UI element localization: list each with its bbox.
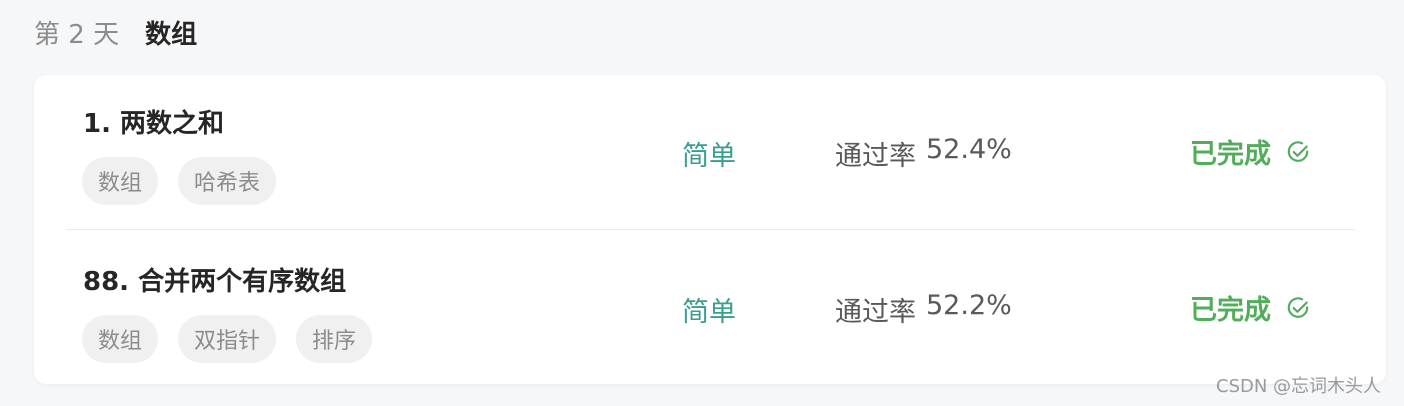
- pass-rate-value: 52.2%: [926, 290, 1012, 321]
- check-circle-icon: [1287, 296, 1309, 318]
- day-label: 第 2 天: [34, 19, 120, 50]
- tag-chip[interactable]: 双指针: [178, 315, 277, 363]
- pass-rate-label: 通过率: [835, 297, 916, 328]
- tag-chip[interactable]: 数组: [82, 157, 159, 205]
- day-header: 第 2 天 数组: [34, 12, 197, 52]
- study-plan-page: 第 2 天 数组 1. 两数之和 数组 哈希表 简单 通过率 52.4% 已完成: [0, 0, 1404, 406]
- problem-row[interactable]: 1. 两数之和 数组 哈希表 简单 通过率 52.4% 已完成: [34, 75, 1386, 230]
- tag-chip[interactable]: 排序: [296, 315, 373, 363]
- watermark: CSDN @忘词木头人: [1216, 376, 1382, 397]
- problem-title[interactable]: 88. 合并两个有序数组: [83, 261, 346, 298]
- problem-title[interactable]: 1. 两数之和: [83, 103, 224, 140]
- status-badge: 已完成: [1190, 132, 1311, 171]
- pass-rate-label: 通过率: [835, 141, 916, 172]
- status-text: 已完成: [1190, 139, 1271, 170]
- pass-rate: 通过率 52.4%: [835, 134, 1012, 173]
- problem-tags: 数组 哈希表: [82, 157, 277, 205]
- tag-chip[interactable]: 哈希表: [178, 157, 277, 205]
- status-badge: 已完成: [1190, 288, 1311, 327]
- day-topic: 数组: [145, 19, 198, 50]
- pass-rate-value: 52.4%: [926, 134, 1012, 165]
- tag-chip[interactable]: 数组: [82, 315, 159, 363]
- status-text: 已完成: [1190, 295, 1271, 326]
- problem-row[interactable]: 88. 合并两个有序数组 数组 双指针 排序 简单 通过率 52.2% 已完成: [34, 230, 1386, 385]
- difficulty-label: 简单: [682, 297, 736, 328]
- check-circle-icon: [1287, 140, 1309, 162]
- problem-tags: 数组 双指针 排序: [82, 315, 373, 363]
- difficulty-label: 简单: [682, 141, 736, 172]
- problem-list-card: 1. 两数之和 数组 哈希表 简单 通过率 52.4% 已完成 88. 合并两个…: [34, 75, 1386, 384]
- pass-rate: 通过率 52.2%: [835, 290, 1012, 329]
